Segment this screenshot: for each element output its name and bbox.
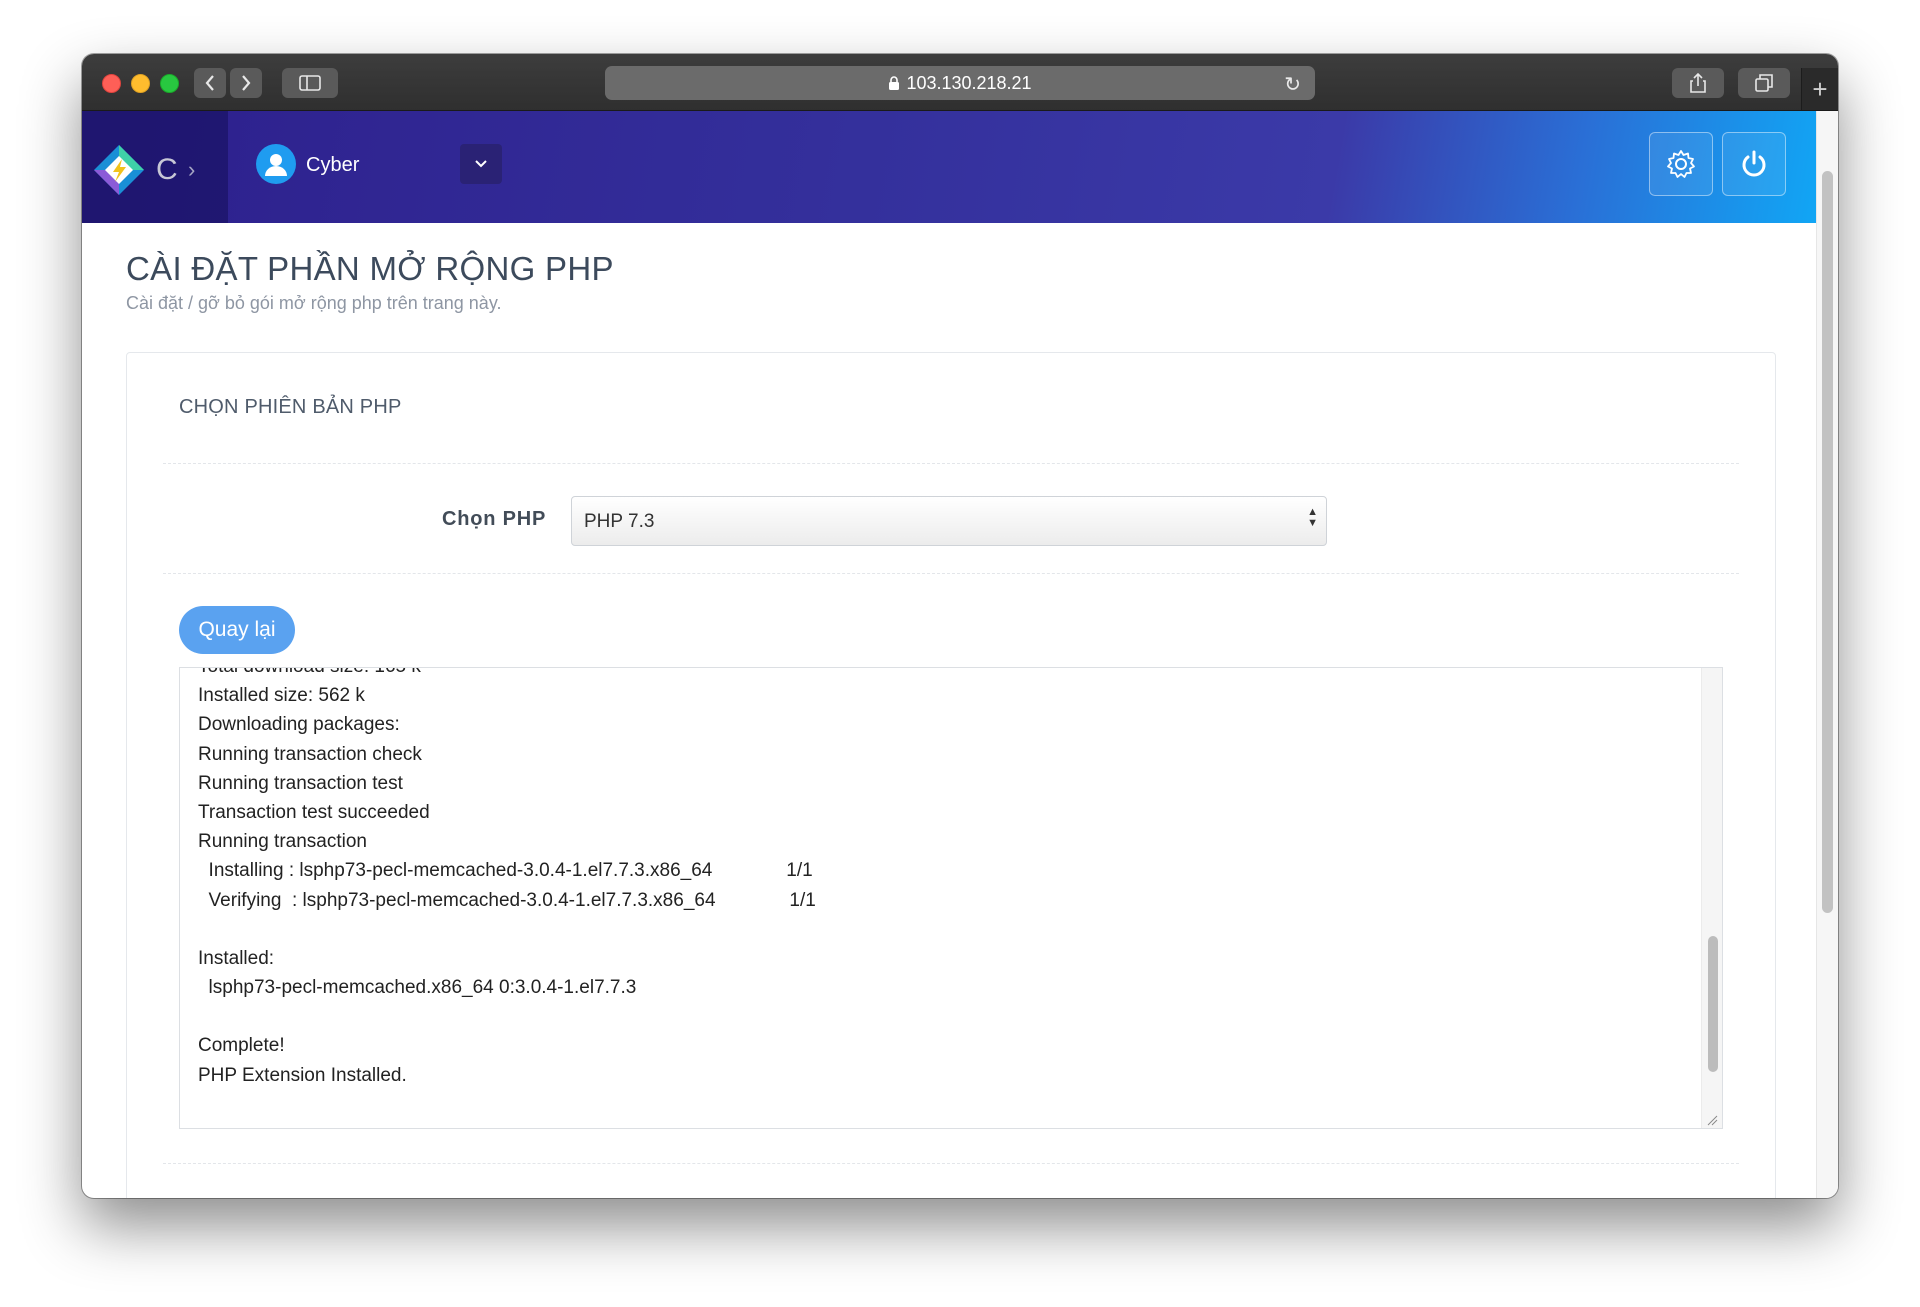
reload-icon[interactable]: ↻ xyxy=(1284,72,1301,97)
page-scrollbar-thumb[interactable] xyxy=(1822,171,1833,913)
address-bar[interactable]: 103.130.218.21 ↻ xyxy=(605,66,1315,100)
divider xyxy=(163,463,1739,464)
logo-icon xyxy=(94,145,144,195)
browser-toolbar: 103.130.218.21 ↻ + xyxy=(82,54,1838,111)
maximize-window-button[interactable] xyxy=(160,74,179,93)
brand-area[interactable]: C › xyxy=(82,111,228,223)
log-line: Downloading packages: xyxy=(198,714,400,736)
gear-icon[interactable] xyxy=(1649,132,1713,196)
log-scrollbar[interactable] xyxy=(1701,668,1722,1128)
back-icon[interactable] xyxy=(194,68,226,98)
divider xyxy=(163,1163,1739,1164)
tabs-icon[interactable] xyxy=(1738,68,1790,98)
close-window-button[interactable] xyxy=(102,74,121,93)
page-subtitle: Cài đặt / gỡ bỏ gói mở rộng php trên tra… xyxy=(126,293,502,313)
php-version-value: PHP 7.3 xyxy=(584,511,655,532)
back-button[interactable]: Quay lại xyxy=(179,606,295,654)
extension-card: CHỌN PHIÊN BẢN PHP Chọn PHP PHP 7.3 ▲ ▼ Q… xyxy=(126,352,1776,1198)
log-line: Running transaction test xyxy=(198,772,403,794)
log-line: lsphp73-pecl-memcached.x86_64 0:3.0.4-1.… xyxy=(198,977,637,999)
log-line: PHP Extension Installed. xyxy=(198,1064,407,1086)
log-content: Total download size: 165 k Installed size… xyxy=(198,668,1692,1090)
log-line: Verifying : lsphp73-pecl-memcached-3.0.4… xyxy=(198,889,816,911)
username[interactable]: Cyber xyxy=(306,154,359,177)
url-text: 103.130.218.21 xyxy=(906,72,1032,93)
log-line: Installing : lsphp73-pecl-memcached-3.0.… xyxy=(198,860,813,882)
page-title: CÀI ĐẶT PHẦN MỞ RỘNG PHP xyxy=(126,250,614,287)
resize-grip-icon[interactable] xyxy=(1706,1114,1718,1126)
page-scrollbar[interactable] xyxy=(1816,111,1838,1198)
brand-letter: C xyxy=(156,153,178,186)
log-line: Complete! xyxy=(198,1035,285,1057)
php-select-label: Chọn PHP xyxy=(442,508,547,530)
log-line: Installed size: 562 k xyxy=(198,685,365,707)
log-line: Transaction test succeeded xyxy=(198,801,430,823)
share-icon[interactable] xyxy=(1672,68,1724,98)
select-arrows-icon: ▲ ▼ xyxy=(1307,506,1318,529)
card-title: CHỌN PHIÊN BẢN PHP xyxy=(179,396,402,418)
forward-icon[interactable] xyxy=(230,68,262,98)
php-version-select[interactable]: PHP 7.3 ▲ ▼ xyxy=(571,496,1327,546)
log-scrollbar-thumb[interactable] xyxy=(1708,936,1718,1072)
app-header: C › Cyber xyxy=(82,111,1817,223)
install-log[interactable]: Total download size: 165 k Installed size… xyxy=(179,667,1723,1129)
minimize-window-button[interactable] xyxy=(131,74,150,93)
chevron-right-icon[interactable]: › xyxy=(188,157,195,183)
lock-icon xyxy=(889,75,900,90)
browser-window: 103.130.218.21 ↻ + C › Cyber CÀI ĐẶT PHẦ… xyxy=(82,54,1838,1198)
log-line: Running transaction xyxy=(198,831,367,853)
divider xyxy=(163,573,1739,574)
user-icon[interactable] xyxy=(256,144,296,184)
log-line: Running transaction check xyxy=(198,743,422,765)
chevron-down-icon[interactable] xyxy=(460,144,502,184)
new-tab-button[interactable]: + xyxy=(1801,68,1838,110)
power-icon[interactable] xyxy=(1722,132,1786,196)
sidebar-icon[interactable] xyxy=(282,68,338,98)
log-line: Installed: xyxy=(198,947,275,969)
log-line: Total download size: 165 k xyxy=(198,668,1692,681)
